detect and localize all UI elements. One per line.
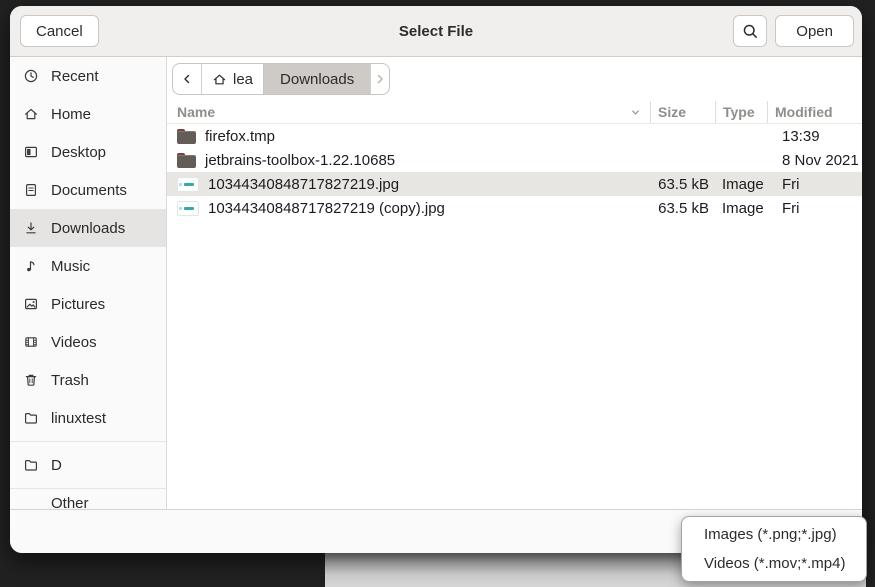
pathbar: lea Downloads <box>167 57 862 101</box>
sidebar-item-label: Trash <box>51 372 89 389</box>
download-icon <box>23 220 39 236</box>
breadcrumb-home-label: lea <box>233 71 253 88</box>
sidebar-item-label: Pictures <box>51 296 105 313</box>
home-icon <box>212 72 227 87</box>
file-modified: Fri <box>767 176 862 193</box>
file-type: Image <box>715 200 767 217</box>
folder-icon <box>177 153 196 168</box>
sidebar-item-home[interactable]: Home <box>10 95 166 133</box>
search-button[interactable] <box>733 15 767 47</box>
file-name: 10344340848717827219 (copy).jpg <box>208 200 445 217</box>
sidebar-item-label: Music <box>51 258 90 275</box>
sidebar-item-downloads[interactable]: Downloads <box>10 209 166 247</box>
column-header-name[interactable]: Name <box>167 101 650 123</box>
sidebar-item-label: Other Locations <box>51 495 153 509</box>
filter-option-videos[interactable]: Videos (*.mov;*.mp4) <box>682 549 866 578</box>
places-sidebar: Recent Home Desktop <box>10 57 167 509</box>
filter-option-images[interactable]: Images (*.png;*.jpg) <box>682 520 866 549</box>
sidebar-item-recent[interactable]: Recent <box>10 57 166 95</box>
desktop-icon <box>23 144 39 160</box>
file-list: firefox.tmp 13:39 jetbrains-toolbox-1.22… <box>167 124 862 220</box>
sidebar-item-label: D <box>51 457 62 474</box>
file-type: Image <box>715 176 767 193</box>
list-column-header: Name Size Type Modified <box>167 101 862 124</box>
file-row-jpg-copy[interactable]: 10344340848717827219 (copy).jpg 63.5 kB … <box>167 196 862 220</box>
file-size: 63.5 kB <box>650 176 715 193</box>
file-row-firefox-tmp[interactable]: firefox.tmp 13:39 <box>167 124 862 148</box>
document-icon <box>23 182 39 198</box>
sidebar-separator <box>10 441 166 442</box>
headerbar-actions: Open <box>733 15 854 47</box>
open-button[interactable]: Open <box>775 15 854 47</box>
folder-icon <box>177 129 196 144</box>
sidebar-item-videos[interactable]: Videos <box>10 323 166 361</box>
sidebar-item-other-locations[interactable]: Other Locations <box>10 493 166 509</box>
file-name: 10344340848717827219.jpg <box>208 176 399 193</box>
image-thumbnail-icon <box>177 177 199 192</box>
screen: Cancel Select File Open <box>0 0 875 587</box>
file-chooser-dialog: Cancel Select File Open <box>10 6 862 553</box>
sidebar-item-pictures[interactable]: Pictures <box>10 285 166 323</box>
music-note-icon <box>23 258 39 274</box>
file-modified: 13:39 <box>767 128 862 145</box>
sidebar-item-documents[interactable]: Documents <box>10 171 166 209</box>
column-header-type[interactable]: Type <box>715 101 767 123</box>
sidebar-item-trash[interactable]: Trash <box>10 361 166 399</box>
filter-dropdown-popup: Images (*.png;*.jpg) Videos (*.mov;*.mp4… <box>681 516 867 582</box>
column-name-label: Name <box>177 104 215 120</box>
chevron-left-icon <box>181 73 193 85</box>
sidebar-separator <box>10 488 166 489</box>
sidebar-item-label: linuxtest <box>51 410 106 427</box>
home-icon <box>23 106 39 122</box>
chevron-right-icon <box>374 73 386 85</box>
sidebar-item-desktop[interactable]: Desktop <box>10 133 166 171</box>
file-modified: Fri <box>767 200 862 217</box>
sidebar-item-music[interactable]: Music <box>10 247 166 285</box>
picture-icon <box>23 296 39 312</box>
back-button[interactable] <box>173 64 201 94</box>
file-modified: 8 Nov 2021 <box>767 152 862 169</box>
sidebar-item-label: Downloads <box>51 220 125 237</box>
sidebar-item-label: Recent <box>51 68 99 85</box>
file-name: firefox.tmp <box>205 128 275 145</box>
file-row-jpg-selected[interactable]: 10344340848717827219.jpg 63.5 kB Image F… <box>167 172 862 196</box>
sidebar-item-label: Videos <box>51 334 97 351</box>
headerbar: Cancel Select File Open <box>10 6 862 57</box>
film-icon <box>23 334 39 350</box>
sort-chevron-down-icon <box>629 106 642 119</box>
breadcrumb-current-segment[interactable]: Downloads <box>263 64 370 94</box>
sidebar-item-d[interactable]: D <box>10 446 166 484</box>
sidebar-item-label: Home <box>51 106 91 123</box>
breadcrumb-home-segment[interactable]: lea <box>201 64 263 94</box>
cancel-button[interactable]: Cancel <box>20 15 99 47</box>
breadcrumb: lea Downloads <box>172 63 390 95</box>
file-size: 63.5 kB <box>650 200 715 217</box>
file-row-jetbrains-toolbox[interactable]: jetbrains-toolbox-1.22.10685 8 Nov 2021 <box>167 148 862 172</box>
search-icon <box>742 23 759 40</box>
sidebar-item-label: Documents <box>51 182 127 199</box>
trash-icon <box>23 372 39 388</box>
column-header-size[interactable]: Size <box>650 101 715 123</box>
forward-button[interactable] <box>370 64 389 94</box>
sidebar-item-linuxtest[interactable]: linuxtest <box>10 399 166 437</box>
folder-icon <box>23 457 39 473</box>
file-name: jetbrains-toolbox-1.22.10685 <box>205 152 395 169</box>
recent-clock-icon <box>23 68 39 84</box>
column-header-modified[interactable]: Modified <box>767 101 862 123</box>
file-pane: lea Downloads Name <box>167 57 862 509</box>
dialog-content: Recent Home Desktop <box>10 57 862 509</box>
sidebar-item-label: Desktop <box>51 144 106 161</box>
image-thumbnail-icon <box>177 201 199 216</box>
folder-icon <box>23 410 39 426</box>
